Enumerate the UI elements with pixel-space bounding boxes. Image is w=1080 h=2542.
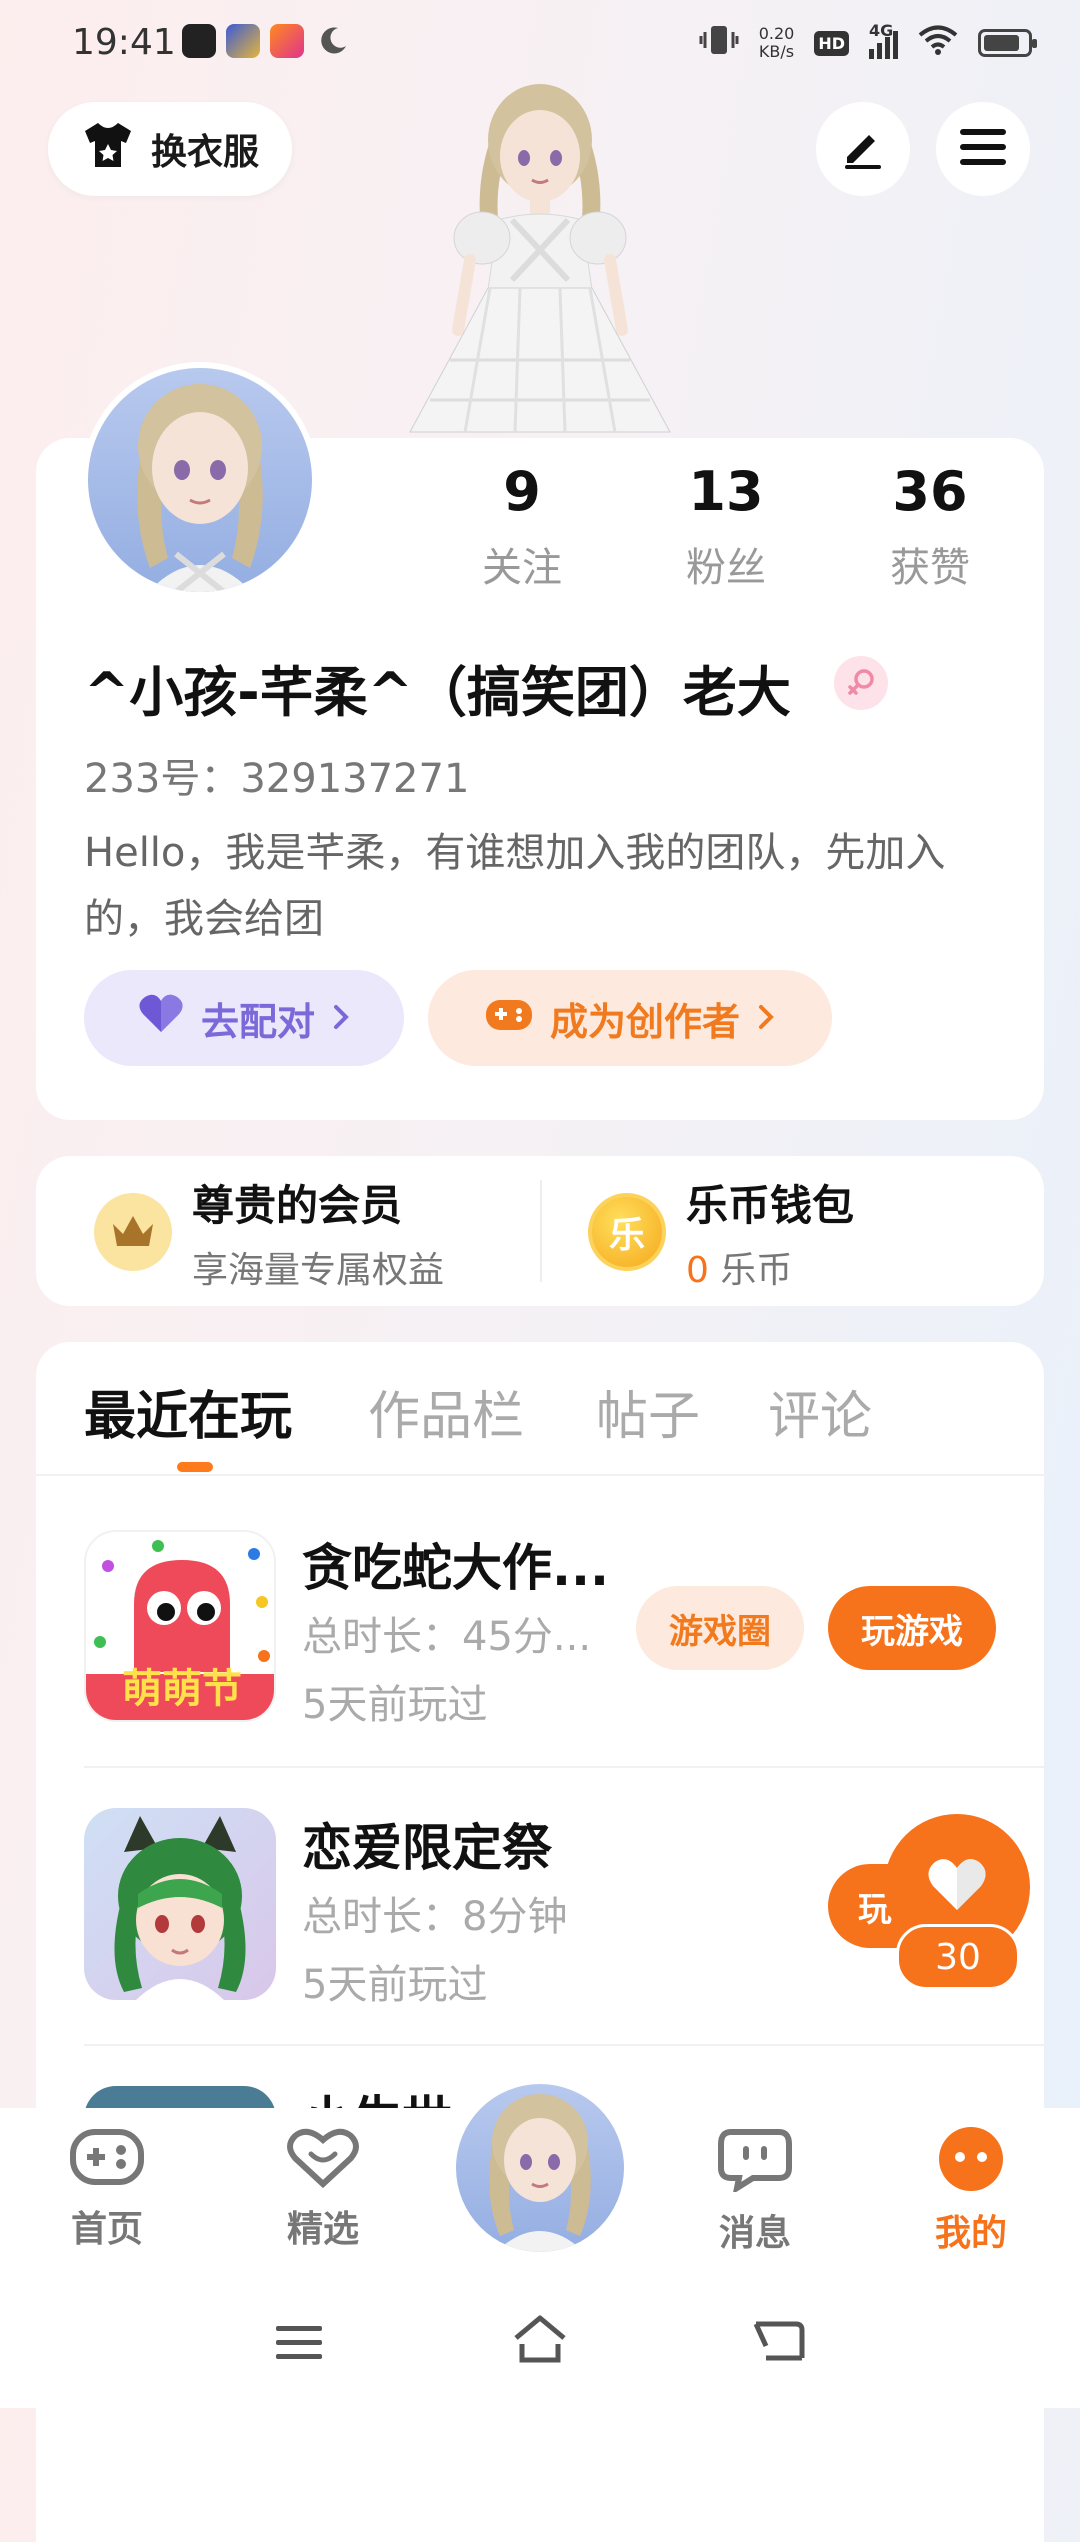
divider	[84, 2044, 1044, 2046]
net-speed: 0.20 KB/s	[759, 25, 795, 61]
nav-me-label: 我的	[934, 2213, 1007, 2254]
nav-messages[interactable]: 消息	[680, 2126, 830, 2256]
profile-dot-icon	[936, 2127, 1006, 2196]
vibrate-icon	[699, 22, 739, 64]
nav-avatar[interactable]	[456, 2084, 624, 2252]
game-last-played: 5天前玩过	[302, 1962, 488, 2008]
gamepad-icon	[69, 2129, 145, 2192]
become-creator-button[interactable]: 成为创作者	[428, 970, 832, 1066]
avatar-character[interactable]	[370, 80, 710, 440]
pen-icon	[839, 123, 887, 175]
net-speed-unit: KB/s	[758, 42, 795, 61]
profile-avatar[interactable]	[82, 362, 318, 598]
tab-posts[interactable]: 帖子	[596, 1374, 700, 1449]
menu-button[interactable]	[936, 102, 1030, 196]
wallet-balance: 0 乐币	[686, 1241, 854, 1293]
nickname: ^小孩-芊柔^（搞笑团）老大	[84, 661, 791, 724]
crown-icon	[94, 1193, 172, 1271]
gamepad-icon	[484, 994, 534, 1043]
tab-comments[interactable]: 评论	[768, 1374, 872, 1449]
divider	[84, 1766, 1044, 1768]
match-button[interactable]: 去配对	[84, 970, 404, 1066]
coin-char: 乐	[608, 1215, 645, 1256]
tab-recent[interactable]: 最近在玩	[84, 1374, 292, 1449]
user-id: 233号：329137271	[84, 756, 470, 802]
chat-bubble-icon	[717, 2129, 793, 2196]
wallet-entry[interactable]: 乐 乐币钱包 0 乐币	[588, 1178, 1008, 1291]
tab-indicator	[177, 1462, 213, 1472]
play-game-button[interactable]: 玩游戏	[828, 1586, 996, 1670]
battery-icon	[978, 29, 1037, 57]
battery-level	[984, 35, 1019, 51]
heart-icon	[925, 1856, 989, 1918]
wifi-icon	[918, 24, 958, 62]
network-type: 4G	[869, 21, 894, 40]
edit-button[interactable]	[816, 102, 910, 196]
following-label: 关注	[482, 545, 562, 591]
stat-fans[interactable]: 13 粉丝	[636, 460, 816, 593]
game-title: 恋爱限定祭	[302, 1819, 552, 1877]
divider	[540, 1180, 542, 1282]
fans-count: 13	[688, 460, 764, 523]
recents-icon[interactable]	[274, 2322, 324, 2368]
game-app-icon	[226, 24, 260, 58]
vip-subtitle: 享海量专属权益	[192, 1249, 445, 1291]
hd-badge: HD	[814, 30, 849, 56]
heart-icon	[137, 992, 185, 1045]
vip-title: 尊贵的会员	[192, 1180, 403, 1230]
status-time: 19:41	[72, 22, 176, 63]
game-duration: 总时长：8分钟	[302, 1894, 568, 1940]
signal-icon: 4G	[869, 21, 898, 59]
fans-label: 粉丝	[686, 545, 766, 591]
moon-call-icon	[316, 24, 350, 58]
nav-me[interactable]: 我的	[896, 2126, 1046, 2256]
nav-featured-label: 精选	[286, 2209, 359, 2250]
stat-following[interactable]: 9 关注	[432, 460, 612, 593]
stat-likes[interactable]: 36 获赞	[840, 460, 1020, 593]
like-count-badge: 30	[896, 1924, 1020, 1990]
nav-home-label: 首页	[70, 2209, 143, 2250]
game-circle-button[interactable]: 游戏圈	[636, 1586, 804, 1670]
match-label: 去配对	[200, 999, 315, 1044]
bio: Hello，我是芊柔，有谁想加入我的团队，先加入的，我会给团	[84, 830, 946, 942]
game-icon-romance[interactable]	[84, 1808, 276, 2000]
chevron-right-icon	[331, 996, 351, 1040]
game-icon-snake[interactable]: 萌萌节	[84, 1530, 276, 1722]
nav-messages-label: 消息	[718, 2213, 791, 2254]
likes-count: 36	[892, 460, 968, 523]
tab-works[interactable]: 作品栏	[368, 1374, 524, 1449]
likes-label: 获赞	[890, 545, 970, 591]
233-app-icon	[270, 24, 304, 58]
wallet-title: 乐币钱包	[686, 1180, 855, 1230]
game-last-played: 5天前玩过	[302, 1682, 488, 1728]
shirt-icon	[81, 120, 135, 179]
following-count: 9	[503, 460, 541, 523]
game-duration: 总时长：45分...	[302, 1614, 592, 1660]
music-app-icon	[182, 24, 216, 58]
hamburger-icon	[960, 127, 1006, 171]
coin-icon: 乐	[588, 1193, 666, 1271]
change-outfit-button[interactable]: 换衣服	[48, 102, 292, 196]
net-speed-value: 0.20	[758, 24, 795, 43]
home-icon[interactable]	[510, 2314, 570, 2370]
game-title: 贪吃蛇大作...	[302, 1539, 609, 1597]
back-icon[interactable]	[752, 2316, 806, 2368]
nav-featured[interactable]: 精选	[248, 2126, 398, 2252]
nav-home[interactable]: 首页	[32, 2126, 182, 2252]
female-icon	[834, 656, 888, 710]
divider	[36, 1474, 1044, 1476]
change-outfit-label: 换衣服	[150, 132, 259, 173]
chevron-right-icon	[756, 996, 776, 1040]
vip-entry[interactable]: 尊贵的会员 享海量专属权益	[94, 1178, 514, 1291]
heart-chat-icon	[285, 2128, 361, 2192]
wallet-amount: 0	[686, 1249, 709, 1291]
creator-label: 成为创作者	[549, 999, 740, 1044]
wallet-unit: 乐币	[720, 1249, 793, 1291]
game-icon-text: 萌萌节	[122, 1666, 242, 1712]
